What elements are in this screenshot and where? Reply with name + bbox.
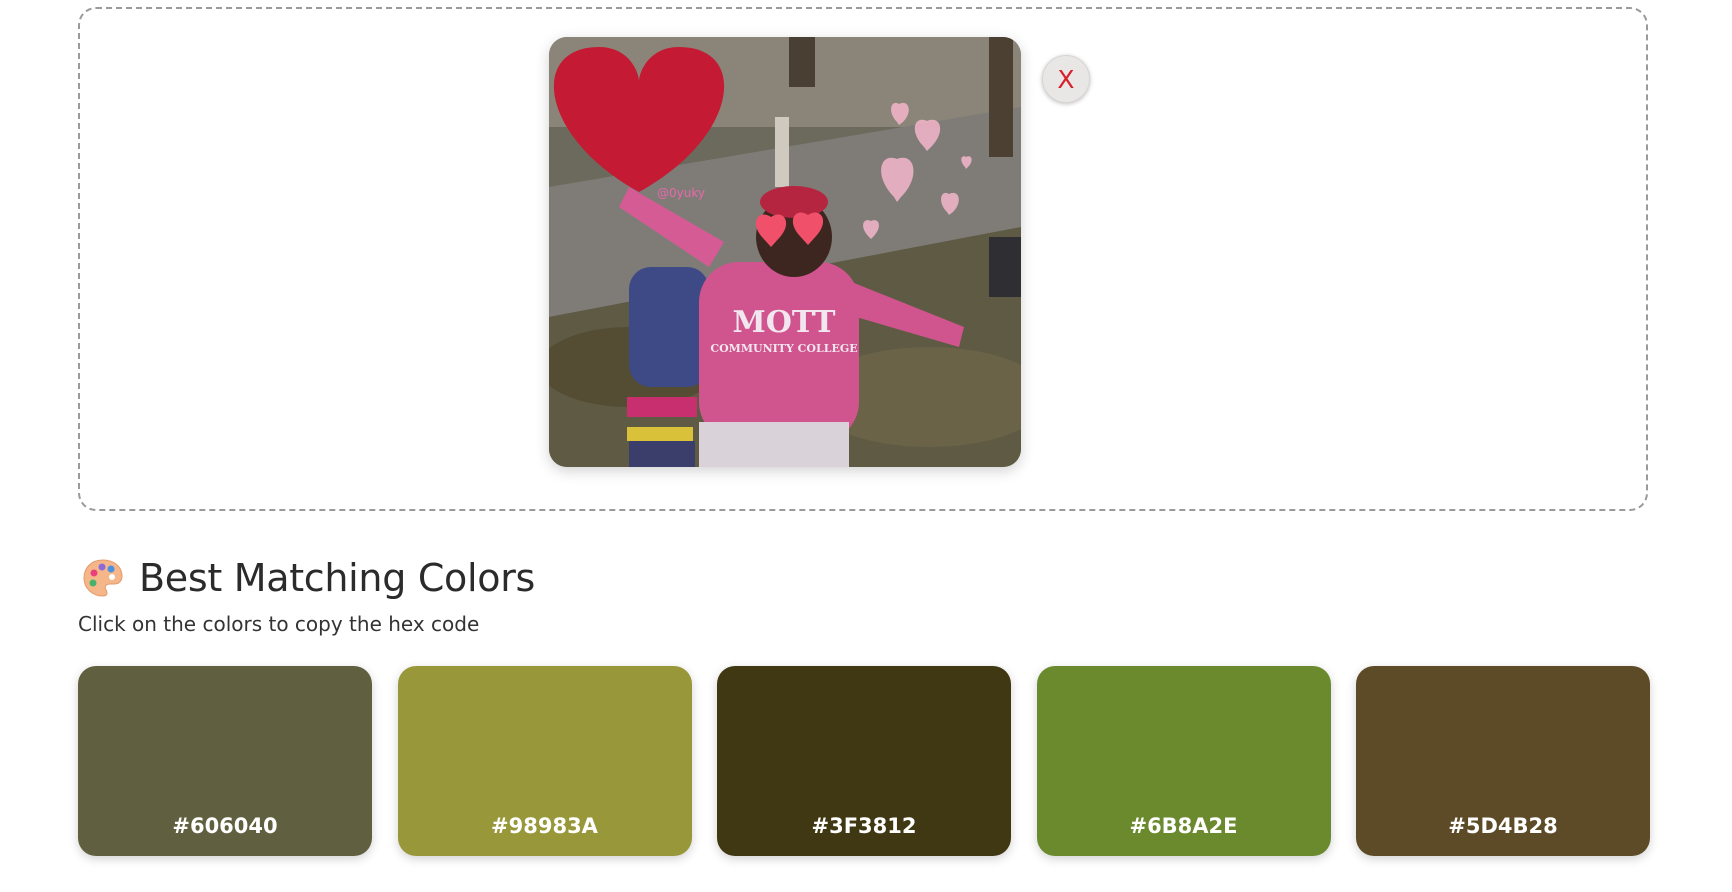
hoodie-subtext: COMMUNITY COLLEGE: [710, 342, 857, 355]
palette-header: Best Matching Colors: [81, 548, 535, 608]
hex-code-label: #98983A: [491, 814, 598, 838]
color-swatch[interactable]: #6B8A2E: [1036, 666, 1331, 856]
close-icon: X: [1057, 64, 1075, 94]
color-swatch[interactable]: #3F3812: [717, 666, 1011, 856]
section-title: Best Matching Colors: [139, 556, 536, 600]
image-caption: @0yuky: [657, 186, 705, 200]
color-swatch[interactable]: #5D4B28: [1356, 666, 1650, 856]
hex-code-label: #3F3812: [811, 814, 917, 838]
copy-hint-text: Click on the colors to copy the hex code: [78, 612, 480, 636]
palette-icon: [83, 559, 123, 597]
color-swatch[interactable]: #98983A: [397, 666, 692, 856]
hex-code-label: #5D4B28: [1448, 814, 1558, 838]
hex-code-label: #606040: [172, 814, 278, 838]
hex-code-label: #6B8A2E: [1129, 814, 1238, 838]
swatch-list: #606040 #98983A #3F3812 #6B8A2E #5D4B28: [78, 666, 1650, 856]
uploaded-image-preview: MOTT COMMUNITY COLLEGE @0yuky: [549, 37, 1021, 467]
hoodie-text: MOTT: [733, 305, 837, 340]
remove-image-button[interactable]: X: [1042, 55, 1090, 103]
color-swatch[interactable]: #606040: [78, 666, 372, 856]
